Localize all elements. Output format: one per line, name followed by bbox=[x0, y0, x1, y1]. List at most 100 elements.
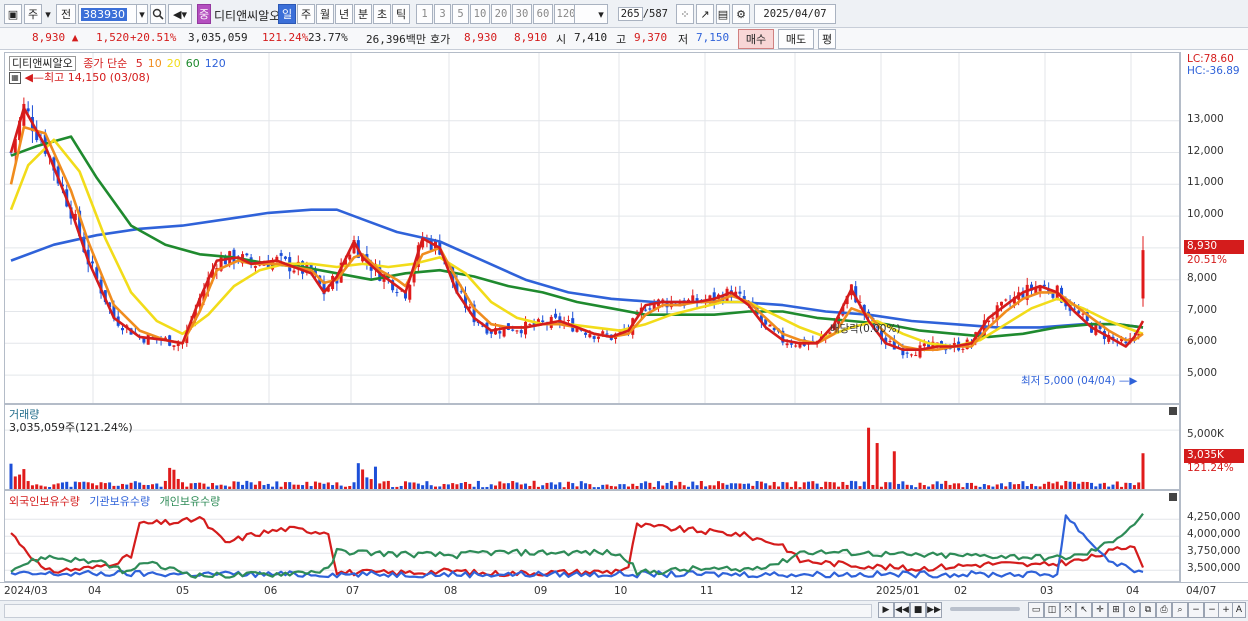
high-note: ▦ ◀—최고 14,150 (03/08) bbox=[9, 69, 150, 85]
interval-select[interactable]: ▾ bbox=[574, 4, 608, 24]
period-tab[interactable]: 년 bbox=[335, 4, 353, 24]
volume-bar bbox=[794, 481, 798, 489]
print-icon[interactable]: ⎙ bbox=[1156, 602, 1172, 618]
period-tab[interactable]: 초 bbox=[373, 4, 391, 24]
chevron-down-icon[interactable]: ▾ bbox=[44, 4, 52, 24]
volume-bar bbox=[892, 451, 896, 489]
volume-bar bbox=[991, 486, 995, 489]
interval-button[interactable]: 5 bbox=[452, 4, 469, 24]
draw-tool-icon[interactable]: ↗ bbox=[696, 4, 714, 24]
volume-bar bbox=[712, 485, 716, 489]
period-tab[interactable]: 월 bbox=[316, 4, 334, 24]
open-price: 7,410 bbox=[574, 31, 608, 44]
buy-button[interactable]: 매수 bbox=[738, 29, 774, 49]
period-tab[interactable]: 틱 bbox=[392, 4, 410, 24]
fit-icon[interactable]: ⤧ bbox=[1060, 602, 1076, 618]
crosshair-icon[interactable]: ✛ bbox=[1092, 602, 1108, 618]
volume-bar bbox=[343, 486, 347, 489]
volume-bar bbox=[262, 485, 266, 489]
volume-bar bbox=[313, 481, 317, 489]
sell-button[interactable]: 매도 bbox=[778, 29, 814, 49]
volume-bar bbox=[206, 486, 210, 489]
volume-bar bbox=[665, 482, 669, 489]
code-dropdown-icon[interactable]: ▾ bbox=[136, 4, 148, 24]
price-chart[interactable] bbox=[5, 53, 1180, 404]
x-tick-label: 10 bbox=[614, 585, 628, 597]
zoom-icon[interactable]: ⁘ bbox=[676, 4, 694, 24]
split-icon[interactable]: ◫ bbox=[1044, 602, 1060, 618]
prev-button[interactable]: 전 bbox=[56, 4, 76, 24]
volume-bar bbox=[142, 484, 146, 489]
volume-bar bbox=[271, 486, 275, 489]
zoom-out-icon[interactable]: − bbox=[1188, 602, 1204, 618]
interval-button[interactable]: 60 bbox=[533, 4, 553, 24]
eval-button[interactable]: 평 bbox=[818, 29, 836, 49]
scrollbar[interactable] bbox=[4, 604, 872, 618]
volume-bar bbox=[678, 481, 682, 489]
date-field[interactable]: 2025/04/07 bbox=[754, 4, 836, 24]
volume-bar bbox=[9, 463, 13, 489]
volume-pane[interactable]: 거래량 3,035,059주(121.24%) bbox=[4, 404, 1180, 490]
speaker-icon[interactable]: ◀▾ bbox=[168, 4, 192, 24]
volume-bar bbox=[584, 483, 588, 489]
ruler-icon[interactable]: ⊞ bbox=[1108, 602, 1124, 618]
zoom-slider[interactable] bbox=[950, 607, 1020, 611]
volume-bar bbox=[219, 484, 223, 489]
volume-bar bbox=[626, 486, 630, 489]
market-select[interactable]: 주 bbox=[24, 4, 42, 24]
price-pane[interactable]: 디티앤씨알오 종가 단순 5 10 20 60 120 ▦ ◀—최고 14,150 (0… bbox=[4, 52, 1180, 404]
holder-pane[interactable]: 외국인보유수량 기관보유수량 개인보유수량 bbox=[4, 490, 1180, 582]
institution-legend: 기관보유수량 bbox=[89, 495, 151, 508]
interval-button[interactable]: 1 bbox=[416, 4, 433, 24]
pane-close-icon[interactable] bbox=[1169, 407, 1177, 415]
volume-bar bbox=[69, 486, 73, 489]
font-size-icon[interactable]: A bbox=[1232, 602, 1246, 618]
code-value: 383930 bbox=[81, 7, 127, 21]
volume-bar bbox=[717, 481, 720, 489]
volume-bar bbox=[421, 485, 425, 489]
volume-bar bbox=[742, 483, 746, 489]
volume-bar bbox=[288, 482, 292, 489]
pane-close-icon[interactable] bbox=[1169, 493, 1177, 501]
interval-button[interactable]: 20 bbox=[491, 4, 511, 24]
volume-bar bbox=[296, 484, 300, 489]
code-input[interactable]: 383930 bbox=[78, 4, 138, 24]
window-menu-icon[interactable]: ▣ bbox=[4, 4, 22, 24]
volume-bar bbox=[352, 482, 356, 489]
interval-button[interactable]: 30 bbox=[512, 4, 532, 24]
candle-body bbox=[90, 261, 94, 264]
candle-body bbox=[768, 324, 772, 327]
play-icon[interactable]: ▶ bbox=[878, 602, 894, 618]
interval-button[interactable]: 10 bbox=[470, 4, 490, 24]
volume-bar bbox=[198, 482, 202, 489]
lc-value: LC:78.60 bbox=[1187, 53, 1234, 65]
forward-icon[interactable]: ▶▶ bbox=[926, 602, 942, 618]
copy-icon[interactable]: ⧉ bbox=[1140, 602, 1156, 618]
volume-bar bbox=[957, 483, 961, 489]
magnifier-icon[interactable]: ⊙ bbox=[1124, 602, 1140, 618]
volume-bar bbox=[1017, 484, 1021, 489]
stop-icon[interactable]: ■ bbox=[910, 602, 926, 618]
layout-icon[interactable]: ▭ bbox=[1028, 602, 1044, 618]
period-tab[interactable]: 일 bbox=[278, 4, 296, 24]
rewind-icon[interactable]: ◀◀ bbox=[894, 602, 910, 618]
volume-bar bbox=[502, 483, 506, 489]
cursor-icon[interactable]: ↖ bbox=[1076, 602, 1092, 618]
volume-bar bbox=[1034, 486, 1038, 489]
period-tab[interactable]: 분 bbox=[354, 4, 372, 24]
search-icon[interactable] bbox=[150, 4, 166, 24]
dividend-note: 배당락(0.00%) bbox=[830, 323, 901, 335]
grid-icon[interactable]: ▦ bbox=[9, 72, 21, 84]
period-tab[interactable]: 주 bbox=[297, 4, 315, 24]
interval-button[interactable]: 3 bbox=[434, 4, 451, 24]
volume-bar bbox=[1030, 483, 1034, 489]
search-icon[interactable]: ⌕ bbox=[1172, 602, 1188, 618]
save-icon[interactable]: ▤ bbox=[716, 4, 730, 24]
volume-bar bbox=[1025, 486, 1029, 489]
volume-bar bbox=[86, 482, 90, 489]
gear-icon[interactable]: ⚙ bbox=[732, 4, 750, 24]
volume-bar bbox=[588, 484, 592, 489]
volume-bar bbox=[412, 482, 416, 489]
volume-chart[interactable] bbox=[5, 405, 1180, 490]
candle-body bbox=[1141, 250, 1145, 299]
